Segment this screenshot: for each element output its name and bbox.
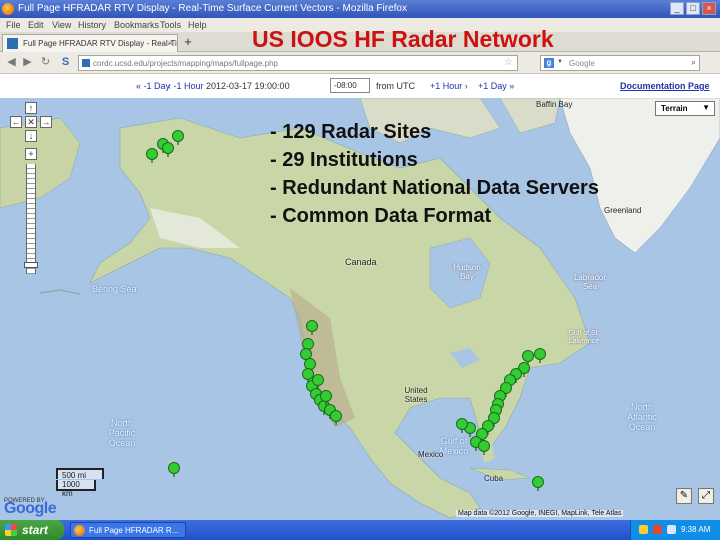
url-text: cordc.ucsd.edu/projects/mapping/maps/ful… — [93, 59, 278, 68]
pan-down-icon[interactable]: ↓ — [25, 130, 37, 142]
bullet-institutions: - 29 Institutions — [270, 149, 418, 171]
pan-center-icon[interactable]: ✕ — [25, 116, 37, 128]
back-icon[interactable]: ◀ — [4, 55, 19, 70]
new-tab-button[interactable]: + — [180, 35, 196, 50]
label-hudson-bay: Hudson Bay — [453, 263, 481, 281]
label-gulf-st-lawrence: Gulf of St. Lawrence — [568, 330, 600, 345]
prev-hour-link[interactable]: ‹ -1 Hour — [168, 81, 204, 91]
forward-icon[interactable]: ▶ — [20, 55, 35, 70]
from-utc-label: from UTC — [376, 81, 415, 91]
label-greenland: Greenland — [604, 206, 642, 215]
radar-site-marker[interactable] — [306, 320, 318, 336]
menu-help[interactable]: Help — [188, 20, 207, 30]
start-button[interactable]: start — [0, 520, 64, 540]
windows-logo-icon — [5, 524, 17, 536]
menu-bookmarks[interactable]: Bookmarks — [114, 20, 159, 30]
reload-icon[interactable]: ↻ — [38, 55, 53, 70]
slide-bullets: - 129 Radar Sites - 29 Institutions - Re… — [270, 118, 599, 230]
pan-up-icon[interactable]: ↑ — [25, 102, 37, 114]
map-attribution: Map data ©2012 Google, INEGI, MapLink, T… — [456, 510, 624, 517]
home-icon[interactable]: S — [58, 55, 73, 70]
scale-km: 1000 km — [56, 480, 96, 498]
firefox-icon — [2, 3, 14, 15]
zoom-control: ↑ ← ✕ → ↓ + — [6, 102, 52, 274]
radar-site-marker[interactable] — [162, 142, 174, 158]
zoom-slider-thumb[interactable] — [24, 262, 38, 268]
radar-site-marker[interactable] — [172, 130, 184, 146]
label-mexico: Mexico — [418, 450, 444, 459]
radar-site-marker[interactable] — [532, 476, 544, 492]
search-icon[interactable]: ⌕ — [691, 57, 696, 68]
radar-site-marker[interactable] — [168, 462, 180, 478]
next-hour-link[interactable]: +1 Hour › — [430, 81, 468, 91]
firefox-icon — [74, 525, 85, 536]
maximize-button[interactable]: □ — [686, 2, 700, 15]
tab-label: Full Page HFRADAR RTV Display - Real-Tim… — [23, 39, 177, 48]
bookmark-star-icon[interactable]: ☆ — [504, 57, 513, 68]
map-canvas[interactable]: Terrain ▼ ↑ ← ✕ → ↓ + - 129 Radar Sites … — [0, 98, 720, 520]
next-day-link[interactable]: +1 Day » — [478, 81, 514, 91]
window-title: Full Page HFRADAR RTV Display - Real-Tim… — [18, 3, 407, 14]
label-north-pacific: North Pacific Ocean — [108, 418, 136, 448]
minimize-button[interactable]: _ — [670, 2, 684, 15]
radar-site-marker[interactable] — [330, 410, 342, 426]
pan-left-icon[interactable]: ← — [10, 116, 22, 128]
time-navigation-bar: « -1 Day ‹ -1 Hour 2012-03-17 19:00:00 -… — [0, 74, 720, 98]
tray-security-icon[interactable] — [653, 525, 662, 534]
map-type-label: Terrain — [661, 104, 688, 113]
menu-history[interactable]: History — [78, 20, 106, 30]
bullet-data-servers: - Redundant National Data Servers — [270, 177, 599, 199]
label-north-atlantic: North Atlantic Ocean — [627, 402, 657, 432]
search-placeholder: Google — [569, 59, 595, 68]
tab-close-icon[interactable]: × — [168, 38, 173, 48]
start-label: start — [22, 523, 49, 537]
radar-site-marker[interactable] — [146, 148, 158, 164]
taskbar-firefox-window[interactable]: Full Page HFRADAR R... — [70, 522, 186, 538]
label-cuba: Cuba — [484, 474, 504, 483]
datetime-field[interactable]: 2012-03-17 19:00:00 — [206, 81, 290, 91]
menu-tools[interactable]: Tools — [160, 20, 181, 30]
zoom-in-icon[interactable]: + — [25, 148, 37, 160]
radar-site-marker[interactable] — [478, 440, 490, 456]
bullet-radar-sites: - 129 Radar Sites — [270, 121, 432, 143]
scale-miles: 500 mi — [56, 468, 104, 480]
pan-right-icon[interactable]: → — [40, 116, 52, 128]
zoom-slider-track[interactable] — [26, 164, 36, 274]
timezone-select[interactable]: -08:00 — [330, 78, 370, 93]
taskbar-window-label: Full Page HFRADAR R... — [89, 526, 179, 535]
radar-site-marker[interactable] — [534, 348, 546, 364]
slide-title: US IOOS HF Radar Network — [252, 26, 554, 52]
site-identity-icon — [82, 59, 90, 67]
page-favicon-icon — [7, 38, 18, 49]
tray-network-icon[interactable] — [639, 525, 648, 534]
menu-view[interactable]: View — [52, 20, 71, 30]
label-labrador-sea: Labrador Sea — [573, 273, 607, 291]
measure-tool-icon[interactable]: ✎ — [676, 488, 692, 504]
system-tray: 9:38 AM — [630, 520, 720, 540]
label-baffin-bay: Baffin Bay — [536, 100, 573, 109]
clock: 9:38 AM — [681, 525, 711, 534]
fullscreen-tool-icon[interactable]: ⤢ — [698, 488, 714, 504]
label-canada: Canada — [345, 257, 377, 267]
label-bering-sea: Bering Sea — [92, 284, 137, 294]
tab-fullpage-display[interactable]: Full Page HFRADAR RTV Display - Real-Tim… — [2, 34, 178, 52]
google-logo[interactable]: Google — [4, 500, 57, 518]
search-bar[interactable]: g ▼ Google ⌕ — [540, 55, 700, 71]
prev-day-link[interactable]: « -1 Day — [136, 81, 170, 91]
label-united-states: United States — [404, 386, 428, 404]
search-engine-icon: g — [544, 58, 554, 68]
chevron-down-icon: ▼ — [702, 103, 710, 112]
navigation-toolbar: ◀ ▶ ↻ S cordc.ucsd.edu/projects/mapping/… — [0, 52, 720, 74]
documentation-link[interactable]: Documentation Page — [620, 81, 710, 91]
windows-taskbar: start Full Page HFRADAR R... 9:38 AM — [0, 520, 720, 540]
map-type-select[interactable]: Terrain ▼ — [655, 101, 715, 116]
menu-file[interactable]: File — [6, 20, 21, 30]
bullet-data-format: - Common Data Format — [270, 205, 492, 227]
window-title-bar: Full Page HFRADAR RTV Display - Real-Tim… — [0, 0, 720, 18]
close-window-button[interactable]: × — [702, 2, 716, 15]
search-engine-dropdown-icon[interactable]: ▼ — [557, 59, 563, 65]
menu-edit[interactable]: Edit — [28, 20, 44, 30]
url-bar[interactable]: cordc.ucsd.edu/projects/mapping/maps/ful… — [78, 55, 518, 71]
tray-volume-icon[interactable] — [667, 525, 676, 534]
